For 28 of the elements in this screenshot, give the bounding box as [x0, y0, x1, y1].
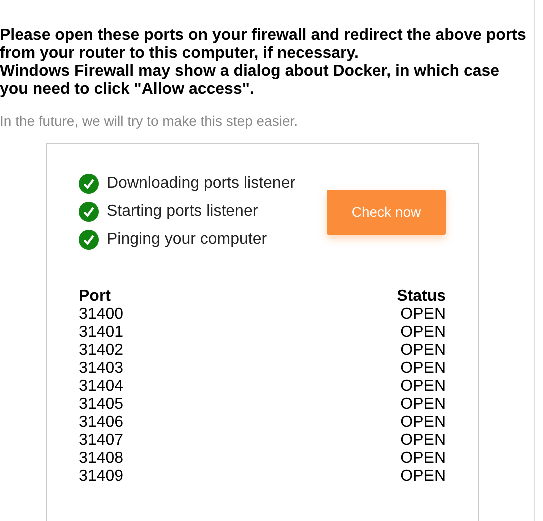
column-header: Port [79, 288, 112, 306]
table-cell-text: OPEN [400, 360, 446, 378]
table-cell-text: OPEN [400, 450, 446, 468]
table-cell-text: 31400 [79, 306, 124, 324]
table-cell-text: OPEN [400, 306, 446, 324]
check-now-button[interactable]: Check now [327, 190, 446, 234]
table-cell-text: 31406 [79, 414, 124, 432]
note-text: In the future, we will try to make this step easier. [0, 113, 300, 129]
table-cell-text: 31401 [79, 324, 124, 342]
table-cell-text: 31405 [79, 396, 124, 414]
step-label: Downloading ports listener [107, 175, 296, 193]
table-cell-text: 31408 [79, 450, 124, 468]
table-cell-text: OPEN [400, 468, 446, 486]
step-label: Pinging your computer [107, 231, 268, 249]
instructions-text: Please open these ports on your firewall and redirect the above ports from your router to this computer, if necessary. Windows Firewall may show a dialog about Docker, in which case you need to click "Allow access". [0, 27, 528, 99]
table-cell-text: 31409 [79, 468, 124, 486]
table-cell-text: 31402 [79, 342, 124, 360]
table-cell-text: OPEN [400, 324, 446, 342]
table-cell-text: OPEN [400, 396, 446, 414]
table-cell-text: OPEN [400, 414, 446, 432]
table-cell-text: OPEN [400, 378, 446, 396]
table-cell-text: 31403 [79, 360, 124, 378]
table-cell-text: 31404 [79, 378, 124, 396]
table-cell-text: OPEN [400, 432, 446, 450]
table-cell-text: OPEN [400, 342, 446, 360]
step-label: Starting ports listener [107, 203, 258, 221]
column-header: Status [396, 288, 446, 306]
table-cell-text: 31407 [79, 432, 124, 450]
